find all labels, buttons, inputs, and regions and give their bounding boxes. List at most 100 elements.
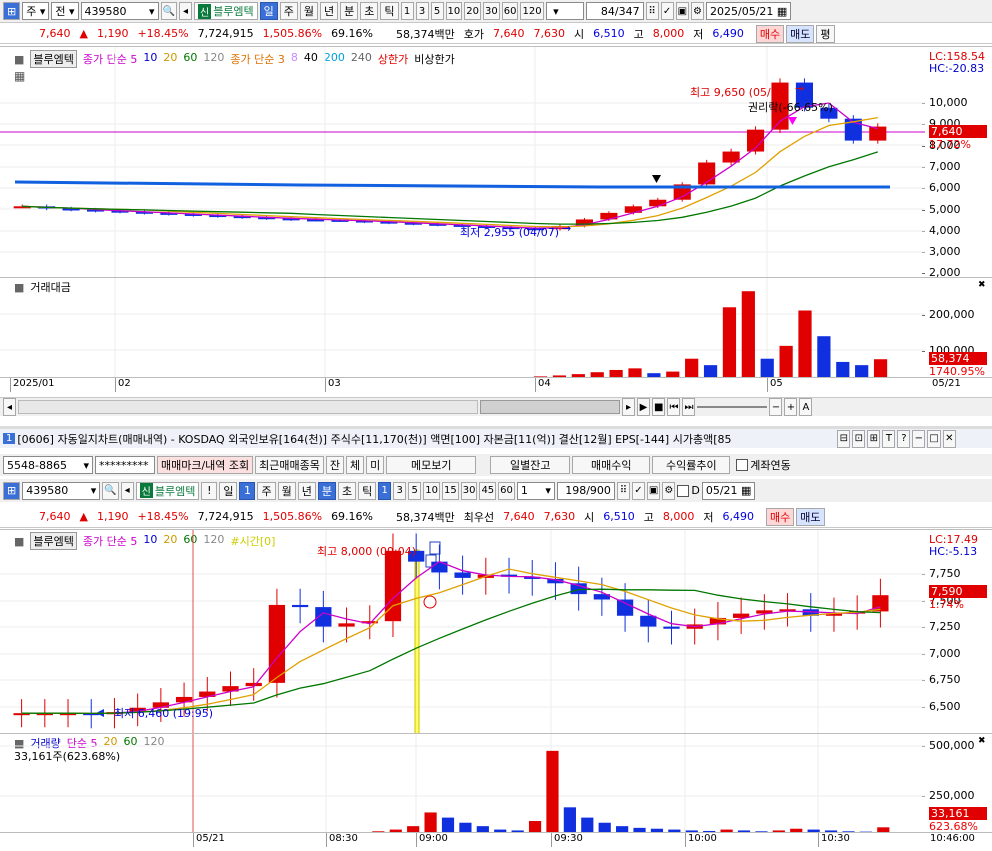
- recent-trades-button[interactable]: 최근매매종목: [255, 456, 324, 474]
- minute-candle-chart[interactable]: [0, 530, 925, 734]
- account-select[interactable]: 5548-8865 ▾: [3, 456, 93, 474]
- daily-candle-chart[interactable]: [0, 47, 925, 278]
- grid-icon[interactable]: ⠿: [645, 2, 659, 20]
- mode-select[interactable]: 주 ▾: [22, 2, 50, 20]
- date-input[interactable]: 2025/05/21 ▦: [706, 2, 792, 20]
- save-icon[interactable]: ▣: [675, 2, 690, 20]
- close-icon[interactable]: ✕: [942, 429, 956, 448]
- gear-icon-2[interactable]: ⚙: [662, 481, 676, 500]
- stock-name-box-2[interactable]: 신 블루엠텍: [135, 481, 200, 500]
- n-select[interactable]: 1 ▾: [516, 481, 555, 500]
- copy-icon[interactable]: ⊞: [867, 429, 881, 448]
- return-trend-button[interactable]: 수익률추이: [652, 456, 731, 474]
- min-15[interactable]: 15: [441, 481, 459, 500]
- num-3[interactable]: 3: [415, 2, 429, 20]
- min-45[interactable]: 45: [479, 481, 497, 500]
- cursor-icon-2[interactable]: ✓: [631, 481, 645, 500]
- memo-button[interactable]: 메모보기: [386, 456, 477, 474]
- num-1[interactable]: 1: [400, 2, 414, 20]
- speaker-icon-2[interactable]: ◂: [120, 481, 134, 500]
- sell-button-2[interactable]: 매도: [796, 507, 825, 526]
- zoom-in-icon[interactable]: +: [784, 398, 798, 416]
- alert-icon[interactable]: !: [201, 481, 218, 500]
- search-icon-2[interactable]: 🔍: [102, 481, 119, 500]
- period-month[interactable]: 월: [299, 2, 319, 20]
- stock-code-input-2[interactable]: 439580 ▾: [22, 481, 101, 500]
- buy-button-2[interactable]: 매수: [766, 507, 795, 526]
- stock-name-box[interactable]: 신 블루엠텍: [193, 2, 258, 20]
- chart-menu-icon[interactable]: ⊞: [3, 2, 21, 20]
- pin-icon[interactable]: ⊡: [852, 429, 866, 448]
- period-minute[interactable]: 분: [340, 2, 359, 20]
- daily-balance-button[interactable]: 일별잔고: [490, 456, 571, 474]
- maximize-icon[interactable]: □: [927, 429, 941, 448]
- stock-code-input[interactable]: 439580 ▾: [80, 2, 159, 20]
- period-day-2[interactable]: 일: [219, 481, 238, 500]
- scroll-left-icon[interactable]: ◂: [3, 398, 16, 416]
- font-icon[interactable]: A: [799, 398, 813, 416]
- period-tick[interactable]: 틱: [380, 2, 399, 20]
- y-tick-label: 6,000: [929, 181, 961, 195]
- num-20[interactable]: 20: [464, 2, 482, 20]
- play-icon[interactable]: ▶: [637, 398, 650, 416]
- stop-icon[interactable]: ■: [652, 398, 666, 416]
- period-month-2[interactable]: 월: [277, 481, 296, 500]
- min-5[interactable]: 5: [408, 481, 422, 500]
- help-icon[interactable]: ?: [897, 429, 911, 448]
- daily-amount-chart[interactable]: [0, 278, 925, 378]
- buy-button[interactable]: 매수: [755, 24, 785, 43]
- period-num[interactable]: 1: [239, 481, 256, 500]
- flat-button[interactable]: 평: [816, 24, 835, 43]
- cursor-icon[interactable]: ✓: [660, 2, 674, 20]
- zoom-out-icon[interactable]: −: [769, 398, 783, 416]
- num-5[interactable]: 5: [430, 2, 444, 20]
- min-30[interactable]: 30: [460, 481, 478, 500]
- search-icon[interactable]: 🔍: [160, 2, 177, 20]
- min-60[interactable]: 60: [498, 481, 515, 500]
- period-minute-2[interactable]: 분: [317, 481, 336, 500]
- mode2-select[interactable]: 전 ▾: [51, 2, 79, 20]
- trade-profit-button[interactable]: 매매수익: [572, 456, 651, 474]
- last-icon[interactable]: ⏭: [682, 398, 696, 416]
- min-10[interactable]: 10: [423, 481, 440, 500]
- restore-icon[interactable]: ⊟: [837, 429, 851, 448]
- d-label: D: [691, 484, 700, 497]
- period-year[interactable]: 년: [320, 2, 339, 20]
- num-30[interactable]: 30: [483, 2, 500, 20]
- date-input-2[interactable]: 05/21 ▦: [701, 481, 756, 500]
- min-1[interactable]: 1: [378, 481, 392, 500]
- period-second[interactable]: 초: [360, 2, 379, 20]
- balance-button[interactable]: 잔: [325, 456, 345, 474]
- num-120[interactable]: 120: [520, 2, 544, 20]
- trade-mark-button[interactable]: 매매마크/내역 조회: [157, 456, 254, 474]
- scroll-right-icon[interactable]: ▸: [622, 398, 635, 416]
- unfilled-button[interactable]: 미: [366, 456, 385, 474]
- filled-button[interactable]: 체: [346, 456, 365, 474]
- minute-volume-chart[interactable]: [0, 734, 925, 833]
- scrollbar-thumb[interactable]: [480, 400, 620, 414]
- period-tick-2[interactable]: 틱: [358, 481, 377, 500]
- num-10[interactable]: 10: [445, 2, 463, 20]
- first-icon[interactable]: ⏮: [667, 398, 681, 416]
- scrollbar-track[interactable]: [18, 400, 478, 414]
- minimize-icon[interactable]: −: [912, 429, 926, 448]
- text-icon[interactable]: T: [882, 429, 896, 448]
- sell-button[interactable]: 매도: [786, 24, 815, 43]
- interval-select[interactable]: ▾: [545, 2, 584, 20]
- grid-icon-2[interactable]: ⠿: [616, 481, 630, 500]
- d-checkbox[interactable]: [677, 484, 690, 497]
- save-icon-2[interactable]: ▣: [646, 481, 661, 500]
- period-week[interactable]: 주: [279, 2, 298, 20]
- min-3[interactable]: 3: [393, 481, 407, 500]
- period-second-2[interactable]: 초: [337, 481, 357, 500]
- period-year-2[interactable]: 년: [297, 481, 316, 500]
- period-week-2[interactable]: 주: [257, 481, 276, 500]
- account-link-checkbox[interactable]: [736, 459, 749, 471]
- speaker-icon[interactable]: ◂: [178, 2, 192, 20]
- password-field[interactable]: *********: [95, 456, 155, 474]
- zoom-slider[interactable]: [697, 406, 768, 408]
- period-day[interactable]: 일: [259, 2, 278, 20]
- gear-icon[interactable]: ⚙: [691, 2, 705, 20]
- num-60[interactable]: 60: [501, 2, 519, 20]
- chart-menu-icon-2[interactable]: ⊞: [3, 481, 21, 500]
